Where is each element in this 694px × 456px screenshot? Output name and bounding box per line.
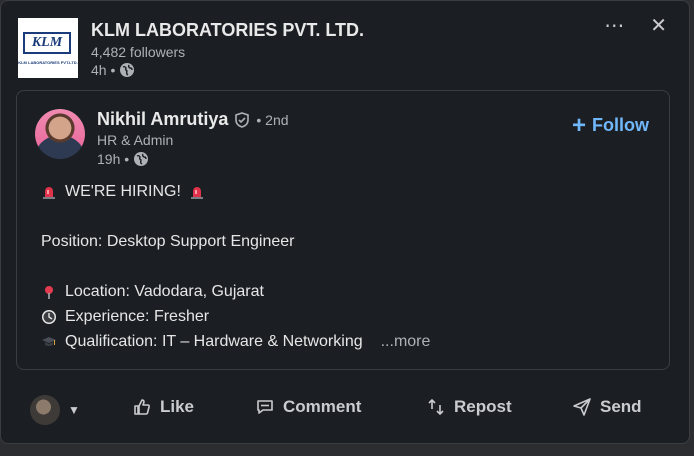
close-icon[interactable]: ✕ (650, 14, 667, 38)
follower-count: 4,482 followers (91, 44, 186, 60)
post-line-position: Position: Desktop Support Engineer (41, 233, 295, 250)
post-line-qualification: Qualification: IT – Hardware & Networkin… (41, 333, 430, 351)
globe-icon (134, 152, 149, 166)
send-icon (573, 398, 591, 416)
reactor-avatar (30, 395, 60, 425)
company-logo-subtext: KLM LABORATORIES PVT.LTD. (18, 60, 78, 65)
author-header: Nikhil Amrutiya • 2nd (97, 109, 289, 130)
hiring-text: WE'RE HIRING! (65, 183, 181, 200)
follow-label: Follow (592, 115, 649, 135)
feed-post-card: KLM KLM LABORATORIES PVT.LTD. KLM LABORA… (0, 0, 690, 444)
company-logo-mark: KLM (23, 32, 71, 54)
like-button[interactable]: Like (132, 397, 194, 417)
qualification-text: Qualification: IT – Hardware & Networkin… (65, 333, 363, 350)
location-text: Location: Vadodara, Gujarat (65, 283, 264, 300)
author-post-meta: 19h • (97, 151, 149, 167)
post-time: 4h • (91, 62, 116, 78)
caret-down-icon: ▼ (68, 403, 80, 417)
siren-icon (43, 187, 55, 199)
repost-icon (428, 399, 444, 415)
send-button[interactable]: Send (572, 397, 642, 417)
verified-shield-icon (235, 111, 250, 128)
repost-button[interactable]: Repost (426, 397, 512, 417)
siren-icon (190, 187, 203, 199)
reaction-identity-selector[interactable]: ▼ (30, 395, 80, 425)
globe-icon (120, 63, 135, 77)
send-label: Send (600, 397, 642, 416)
author-title: HR & Admin (97, 132, 174, 148)
comment-label: Comment (283, 397, 362, 416)
reshared-post[interactable]: Nikhil Amrutiya • 2nd HR & Admin 19h • +… (16, 90, 670, 370)
company-logo[interactable]: KLM KLM LABORATORIES PVT.LTD. (18, 18, 78, 78)
comment-icon (257, 400, 273, 414)
clock-icon (42, 310, 56, 324)
author-avatar[interactable] (35, 109, 85, 159)
more-options-icon[interactable]: ⋯ (604, 14, 624, 38)
post-line-hiring: WE'RE HIRING! (41, 183, 205, 201)
like-label: Like (160, 397, 195, 416)
repost-label: Repost (454, 397, 512, 416)
post-line-location: Location: Vadodara, Gujarat (41, 283, 264, 301)
see-more-link[interactable]: ...more (381, 333, 431, 351)
post-line-experience: Experience: Fresher (41, 308, 209, 326)
connection-degree: • 2nd (256, 111, 289, 128)
pin-icon (45, 286, 53, 299)
experience-text: Experience: Fresher (65, 308, 210, 325)
author-post-time: 19h • (97, 151, 130, 167)
comment-button[interactable]: Comment (255, 397, 361, 417)
thumbs-up-icon (134, 399, 150, 415)
plus-icon: + (571, 111, 586, 139)
graduation-cap-icon (42, 337, 56, 346)
author-name[interactable]: Nikhil Amrutiya (97, 109, 228, 130)
post-meta: 4h • (91, 62, 135, 78)
follow-button[interactable]: + Follow (571, 111, 649, 139)
company-name[interactable]: KLM LABORATORIES PVT. LTD. (91, 20, 364, 41)
social-action-bar: ▼ Like Comment Repost Send (1, 389, 691, 431)
